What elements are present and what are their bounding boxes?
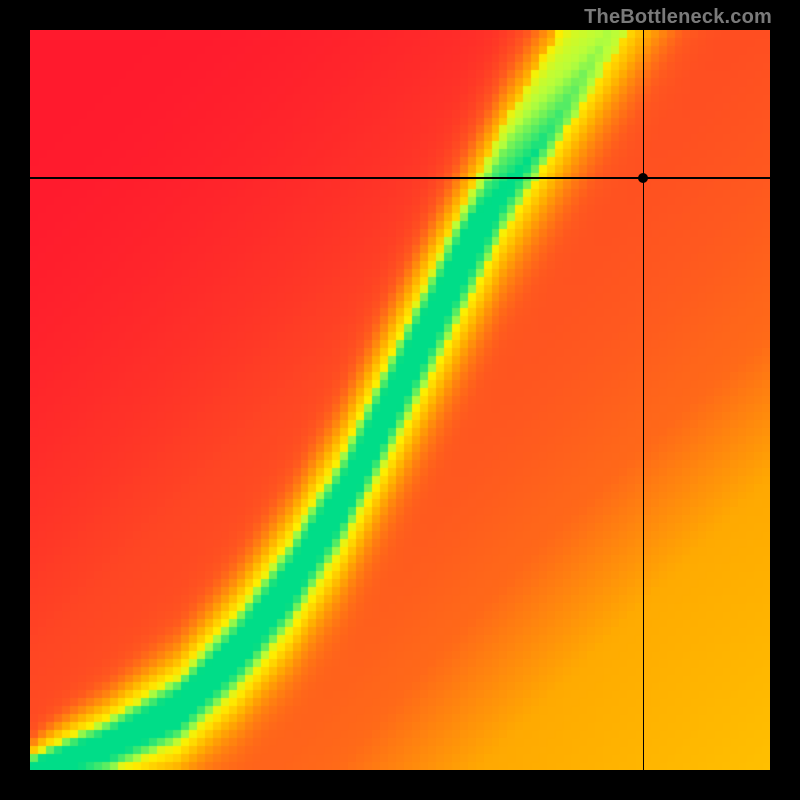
watermark-text: TheBottleneck.com	[584, 6, 772, 29]
heatmap-canvas	[30, 30, 770, 770]
bottleneck-heatmap-chart: TheBottleneck.com	[0, 0, 800, 800]
plot-area	[30, 30, 770, 770]
